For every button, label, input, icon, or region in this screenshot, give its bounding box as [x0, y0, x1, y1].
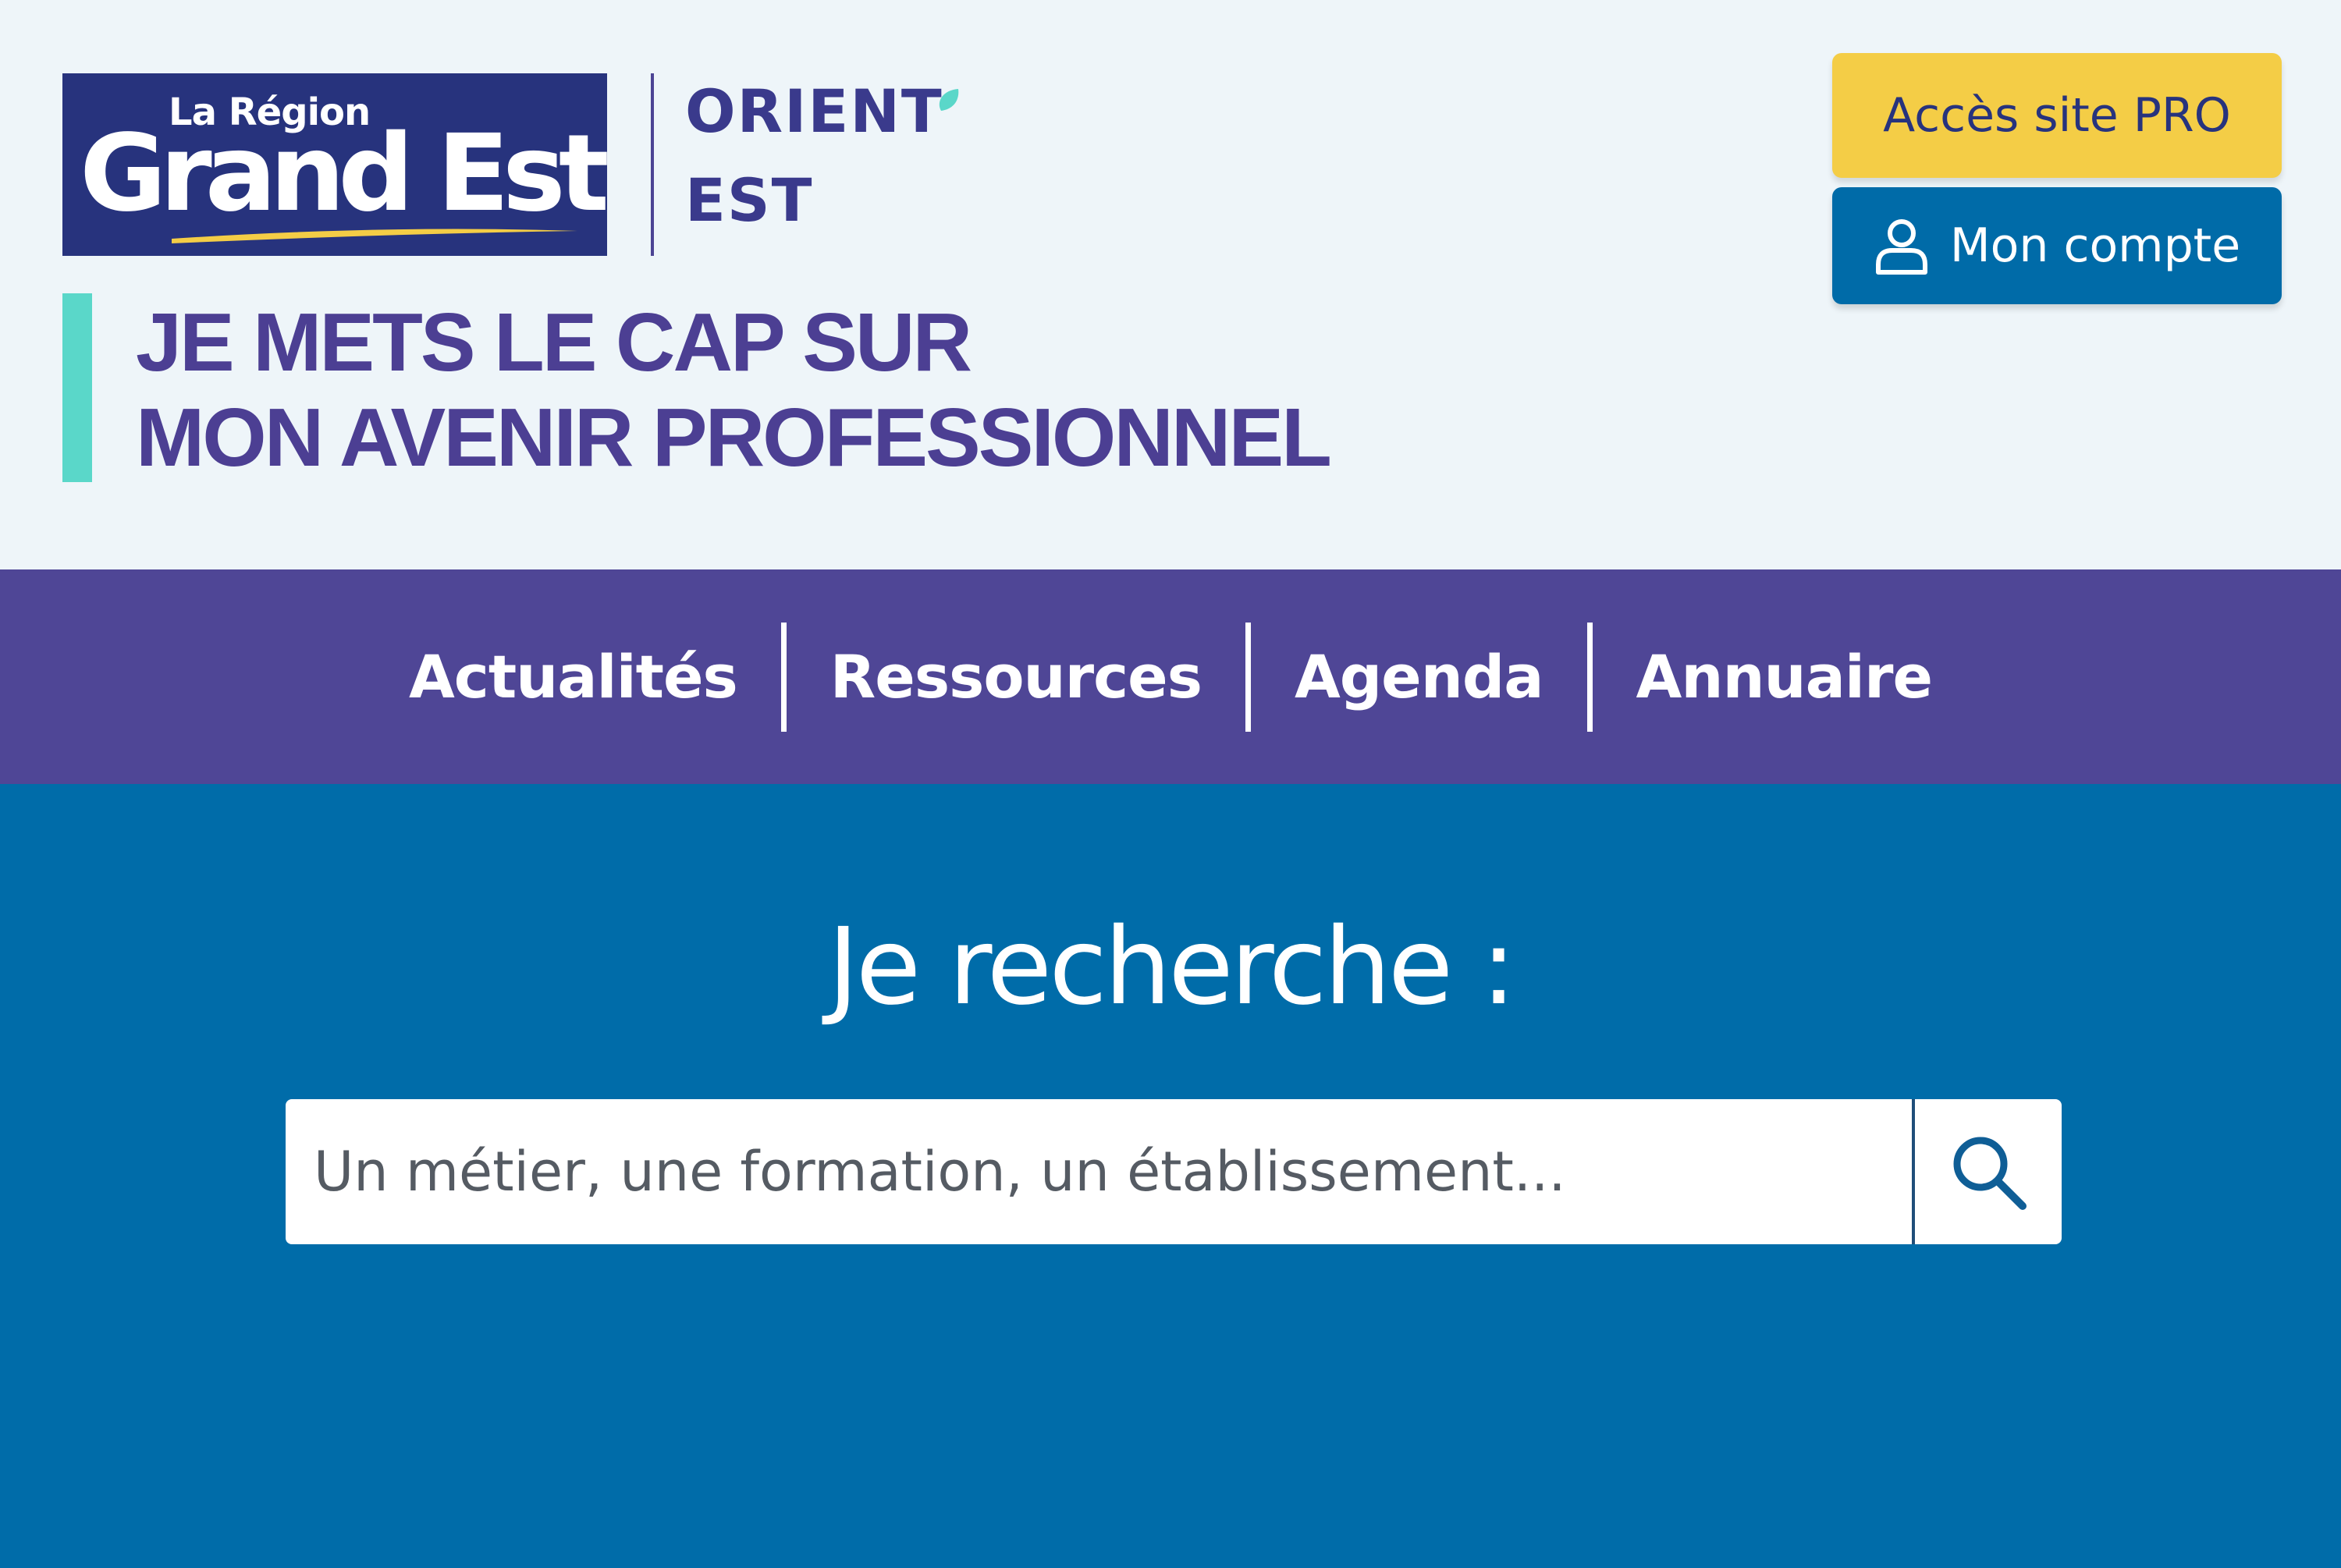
nav-separator — [1245, 622, 1251, 732]
nav-separator — [1586, 622, 1593, 732]
search-hero: Je recherche : — [0, 784, 2341, 1568]
main-nav: Actualités Ressources Agenda Annuaire — [0, 569, 2341, 784]
region-grand-est-logo[interactable]: La Région Grand Est — [62, 73, 609, 256]
nav-separator — [780, 622, 787, 732]
nav-item-actualites[interactable]: Actualités — [365, 638, 781, 716]
nav-item-ressources[interactable]: Ressources — [787, 638, 1245, 716]
logo-divider — [651, 73, 654, 256]
tagline-line-1: JE METS LE CAP SUR — [136, 296, 972, 388]
tagline-line-2: MON AVENIR PROFESSIONNEL — [136, 392, 1332, 484]
pro-site-button[interactable]: Accès site PRO — [1832, 53, 2282, 178]
nav-item-annuaire[interactable]: Annuaire — [1593, 638, 1977, 716]
logo-swoosh-icon — [172, 229, 577, 243]
site-header: La Région Grand Est ORIENT EST JE METS L… — [0, 0, 2341, 569]
brand-orient: ORIENT — [685, 76, 943, 146]
brand-est: EST — [685, 165, 814, 235]
tagline-accent-bar — [62, 293, 92, 482]
user-icon — [1875, 219, 1927, 275]
nav-item-agenda[interactable]: Agenda — [1251, 638, 1587, 716]
search-title: Je recherche : — [827, 906, 1517, 1029]
account-button[interactable]: Mon compte — [1832, 187, 2282, 304]
tagline: JE METS LE CAP SUR MON AVENIR PROFESSION… — [136, 295, 1332, 485]
search-icon — [1953, 1137, 2027, 1210]
brand-accent-dot-icon — [939, 89, 959, 111]
account-button-label: Mon compte — [1949, 218, 2241, 273]
search-button[interactable] — [1915, 1099, 2062, 1244]
search-input[interactable] — [286, 1099, 1912, 1244]
